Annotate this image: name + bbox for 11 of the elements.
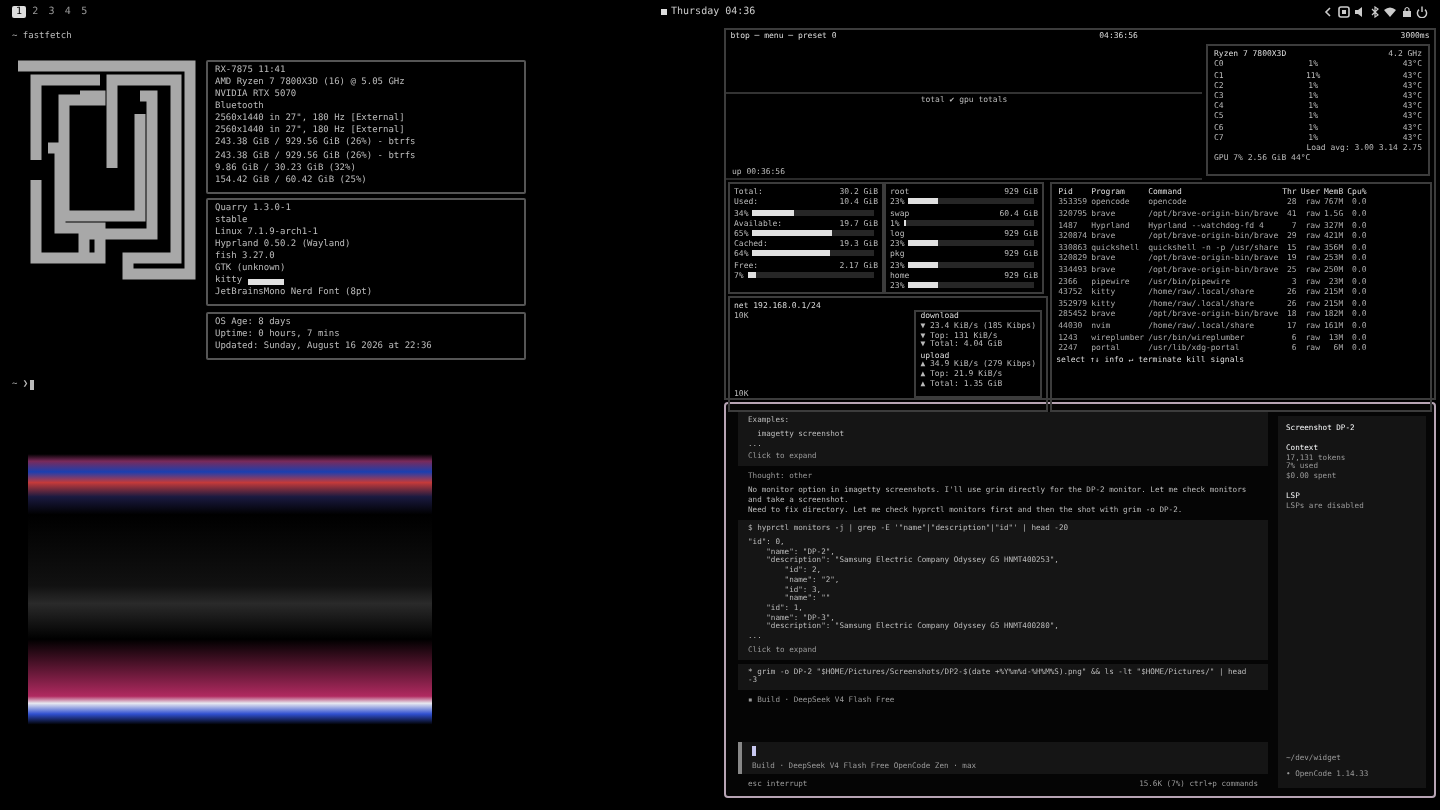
wifi-icon[interactable] [1384, 6, 1397, 18]
bluetooth-icon[interactable] [1370, 6, 1381, 18]
text-cursor [30, 380, 35, 391]
display-icon[interactable] [1337, 6, 1350, 18]
square-icon [660, 8, 669, 16]
chevron-icon[interactable] [1324, 6, 1333, 18]
speaker-icon[interactable] [1353, 6, 1366, 18]
text-cursor [752, 745, 756, 756]
lock-icon[interactable] [1401, 6, 1412, 18]
color-palette-icon [248, 278, 285, 287]
power-icon[interactable] [1415, 6, 1428, 18]
